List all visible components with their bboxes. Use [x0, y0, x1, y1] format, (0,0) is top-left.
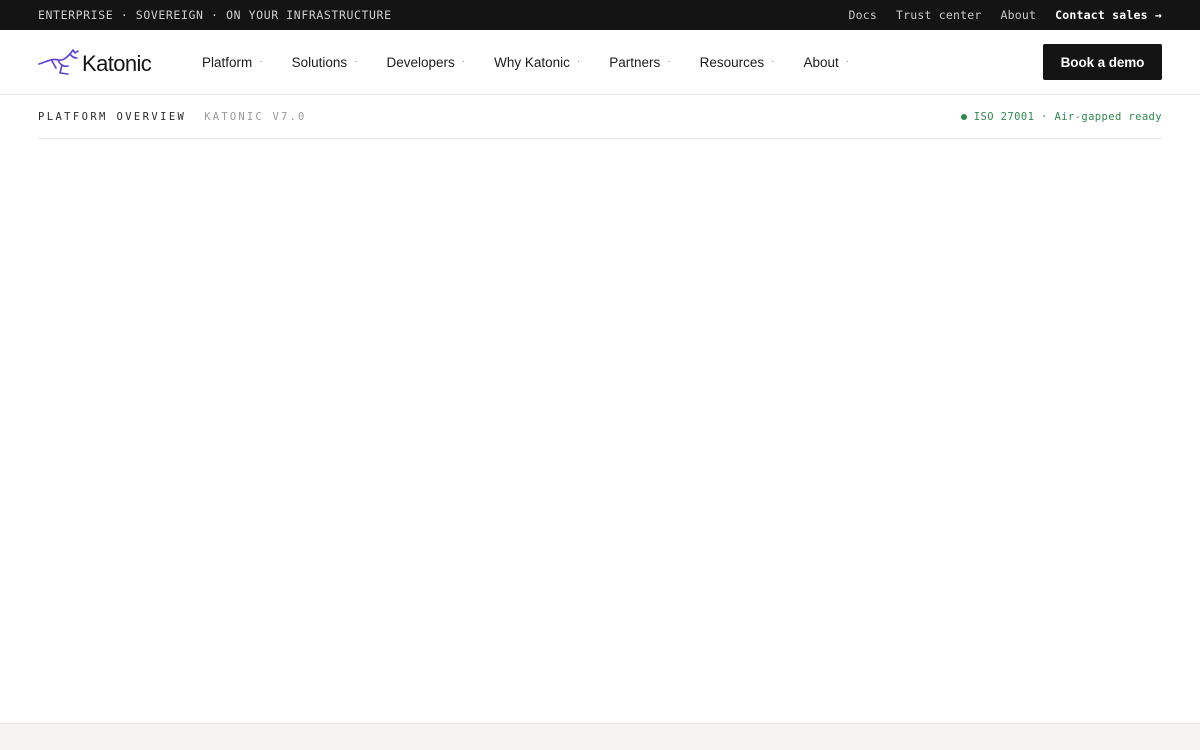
status-text: ISO 27001 · Air-gapped ready — [973, 110, 1162, 123]
dropdown-dot-icon: · — [461, 56, 466, 67]
dropdown-dot-icon: · — [667, 56, 671, 67]
kangaroo-logo-icon — [38, 49, 79, 75]
status-badge: ISO 27001 · Air-gapped ready — [960, 110, 1162, 123]
primary-menu: Platform · Solutions · Developers · Why … — [202, 55, 1043, 70]
page-title: PLATFORM OVERVIEW — [38, 110, 187, 123]
nav-item-label: About — [803, 54, 839, 70]
nav-item-label: Partners — [609, 54, 661, 70]
dropdown-dot-icon: · — [845, 56, 850, 67]
nav-item-developers[interactable]: Developers · — [387, 55, 466, 70]
book-demo-button[interactable]: Book a demo — [1043, 44, 1162, 80]
nav-item-partners[interactable]: Partners · — [609, 55, 670, 70]
nav-item-why-katonic[interactable]: Why Katonic · — [494, 55, 580, 70]
about-utility-link[interactable]: About — [1001, 8, 1037, 22]
nav-item-resources[interactable]: Resources · — [700, 55, 775, 70]
logo-wordmark: Katonic — [82, 51, 152, 76]
announcement-tagline: ENTERPRISE · SOVEREIGN · ON YOUR INFRAST… — [38, 8, 392, 22]
trust-center-link[interactable]: Trust center — [896, 8, 981, 22]
nav-item-label: Developers — [386, 54, 455, 70]
contact-sales-link[interactable]: Contact sales → — [1055, 8, 1162, 22]
dropdown-dot-icon: · — [354, 56, 358, 67]
announcement-bar: ENTERPRISE · SOVEREIGN · ON YOUR INFRAST… — [0, 0, 1200, 30]
docs-link[interactable]: Docs — [849, 8, 878, 22]
nav-item-label: Solutions — [291, 54, 348, 70]
version-label: KATONIC V7.0 — [204, 110, 307, 123]
nav-item-solutions[interactable]: Solutions · — [292, 55, 358, 70]
dropdown-dot-icon: · — [771, 56, 775, 67]
nav-item-label: Why Katonic — [494, 54, 570, 70]
page-subheader: PLATFORM OVERVIEW KATONIC V7.0 ISO 27001… — [38, 95, 1162, 139]
katonic-logo[interactable]: Katonic — [38, 47, 202, 77]
main-navigation: Katonic Platform · Solutions · Developer… — [0, 30, 1200, 95]
footer-band — [0, 723, 1200, 750]
nav-item-about[interactable]: About · — [804, 55, 850, 70]
breadcrumb: PLATFORM OVERVIEW KATONIC V7.0 — [38, 111, 307, 123]
utility-links: Docs Trust center About Contact sales → — [849, 8, 1162, 22]
dropdown-dot-icon: · — [576, 56, 581, 67]
status-dot-icon — [960, 113, 967, 120]
dropdown-dot-icon: · — [259, 56, 263, 67]
nav-item-platform[interactable]: Platform · — [202, 55, 263, 70]
main-content — [0, 139, 1200, 723]
nav-item-label: Platform — [202, 54, 253, 70]
nav-item-label: Resources — [699, 54, 765, 70]
